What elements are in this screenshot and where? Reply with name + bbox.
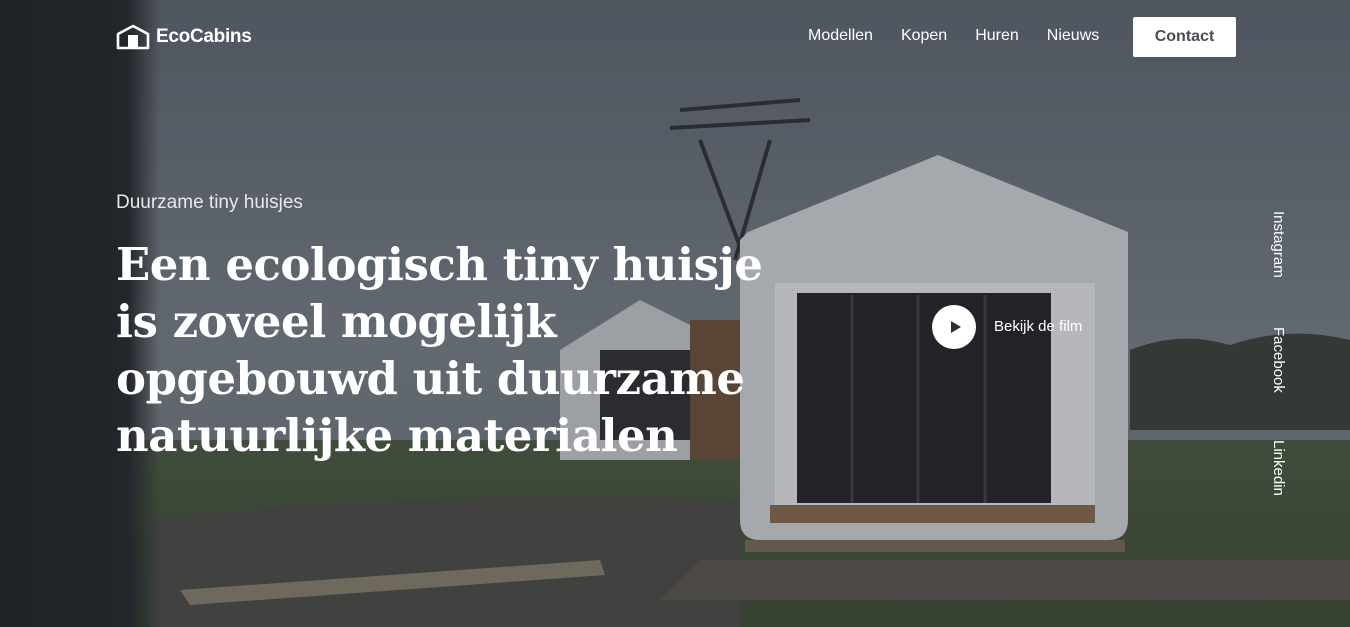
headline-line: natuurlijke materialen [116,409,678,462]
house-icon [116,24,150,50]
nav-link-huren[interactable]: Huren [975,27,1019,45]
social-link-facebook[interactable]: Facebook [1270,327,1287,393]
watch-film-link[interactable]: Bekijk de film [994,318,1082,335]
headline-line: is zoveel mogelijk [116,295,557,348]
play-icon [950,321,961,333]
hero-headline: Een ecologisch tiny huisje is zoveel mog… [116,236,766,464]
headline-line: Een ecologisch tiny huisje [116,238,763,291]
play-video-button[interactable] [932,305,976,349]
social-link-linkedin[interactable]: Linkedin [1270,440,1287,496]
nav-link-kopen[interactable]: Kopen [901,27,947,45]
logo-text: EcoCabins [156,26,252,47]
main-nav: Modellen Kopen Huren Nieuws [808,27,1099,45]
nav-link-nieuws[interactable]: Nieuws [1047,27,1099,45]
headline-line: opgebouwd uit duurzame [116,352,745,405]
logo[interactable]: EcoCabins [116,24,252,50]
contact-button[interactable]: Contact [1133,17,1236,57]
social-link-instagram[interactable]: Instagram [1270,211,1287,278]
nav-link-modellen[interactable]: Modellen [808,27,873,45]
hero-eyebrow: Duurzame tiny huisjes [116,192,303,213]
